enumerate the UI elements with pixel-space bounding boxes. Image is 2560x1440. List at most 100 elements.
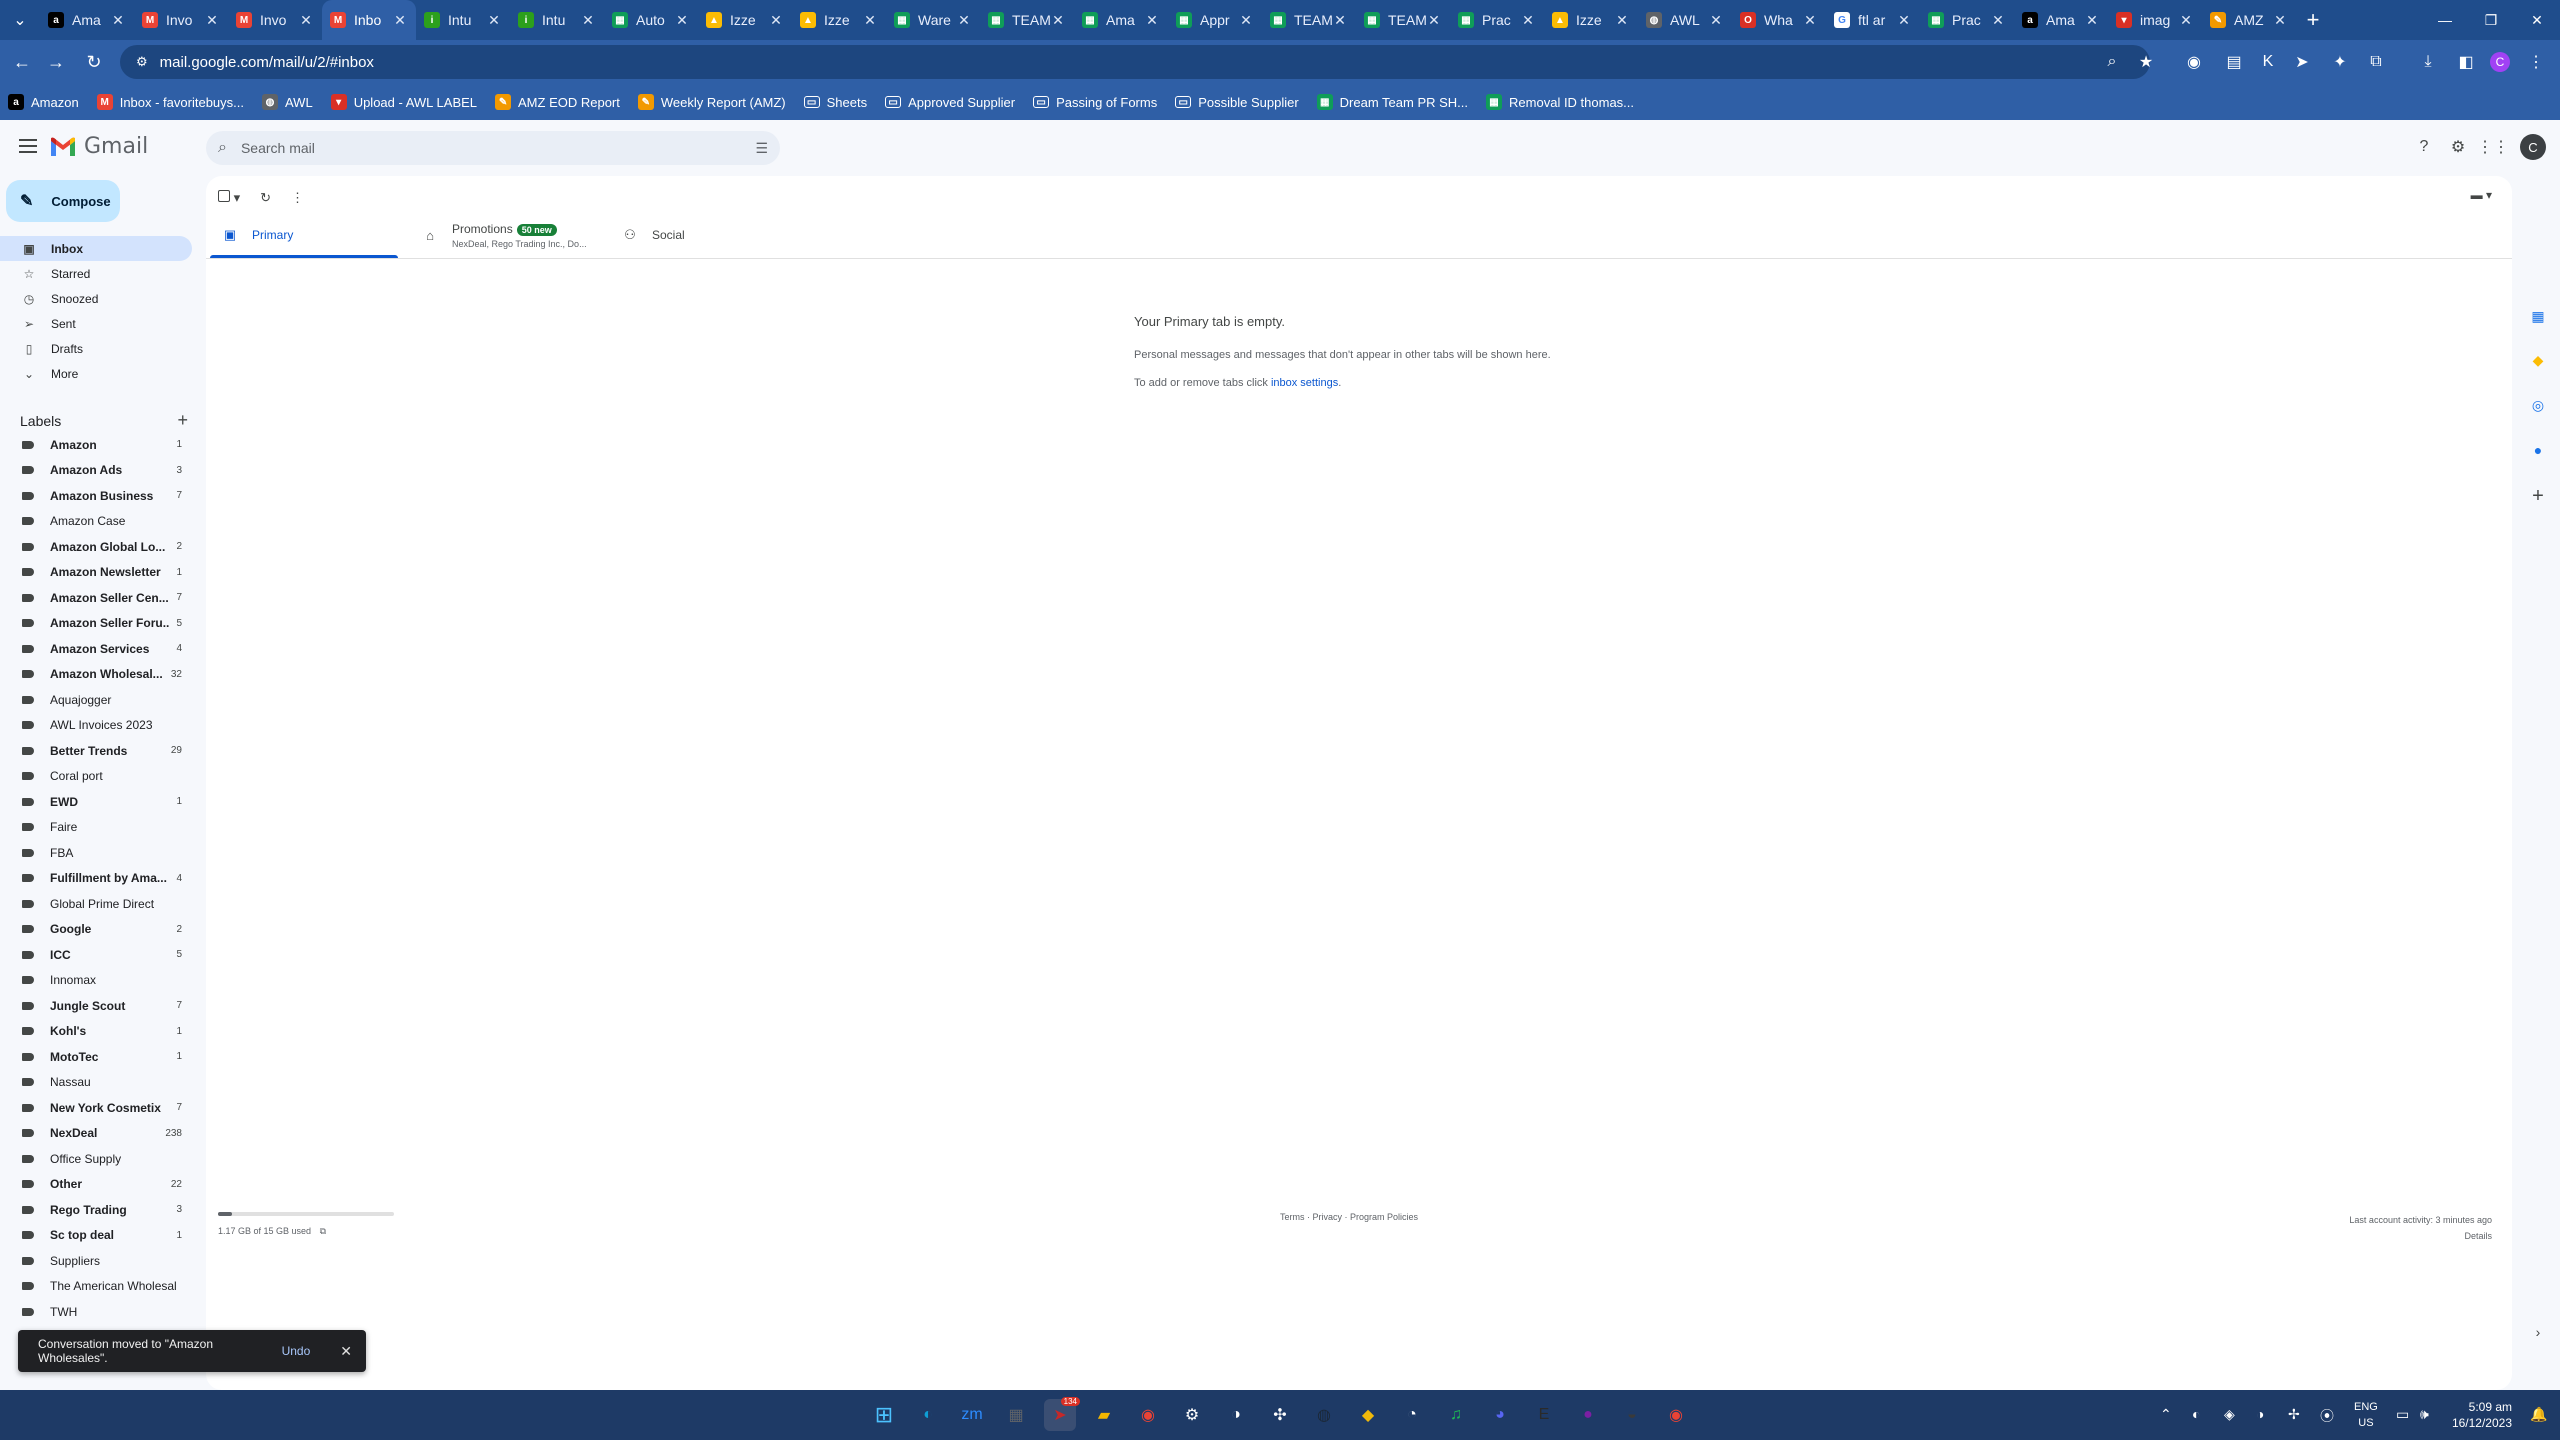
label-item[interactable]: Amazon Seller Foru... 5 — [0, 611, 200, 637]
label-item[interactable]: NexDeal 238 — [0, 1121, 200, 1147]
zoom-icon[interactable]: ⌕ — [2100, 50, 2124, 74]
close-tab-icon[interactable]: ✕ — [110, 12, 126, 29]
label-item[interactable]: Aquajogger — [0, 687, 200, 713]
label-item[interactable]: Suppliers — [0, 1248, 200, 1274]
windows-start-icon[interactable]: ⊞ — [868, 1399, 900, 1431]
label-item[interactable]: Other 22 — [0, 1172, 200, 1198]
browser-tab[interactable]: ▾ imag ✕ — [2108, 0, 2202, 40]
bookmark-item[interactable]: ✎ Weekly Report (AMZ) — [637, 94, 786, 110]
bookmark-item[interactable]: ▦ Dream Team PR SH... — [1316, 94, 1468, 110]
support-icon[interactable]: ? — [2413, 136, 2435, 158]
nav-item-inbox[interactable]: ▣ Inbox — [0, 236, 192, 261]
close-tab-icon[interactable]: ✕ — [674, 12, 690, 29]
browser-tab[interactable]: O Wha ✕ — [1732, 0, 1826, 40]
search-options-icon[interactable]: ☰ — [755, 140, 768, 157]
bookmark-item[interactable]: ▾ Upload - AWL LABEL — [330, 94, 477, 110]
label-item[interactable]: Coral port — [0, 764, 200, 790]
bookmark-item[interactable]: ▭ Possible Supplier — [1175, 95, 1299, 110]
label-item[interactable]: Office Supply — [0, 1146, 200, 1172]
edge-icon[interactable]: ◐ — [912, 1399, 944, 1431]
tray-network-icon[interactable]: ✢ — [2288, 1406, 2300, 1423]
close-tab-icon[interactable]: ✕ — [1708, 12, 1724, 29]
label-item[interactable]: Amazon Business 7 — [0, 483, 200, 509]
label-item[interactable]: Amazon Ads 3 — [0, 458, 200, 484]
bookmark-item[interactable]: ◍ AWL — [261, 94, 313, 110]
main-menu-icon[interactable] — [16, 134, 40, 158]
label-item[interactable]: Amazon Case — [0, 509, 200, 535]
browser-tab[interactable]: M Inbo ✕ — [322, 0, 416, 40]
close-tab-icon[interactable]: ✕ — [1520, 12, 1536, 29]
browser-tab[interactable]: ▦ TEAM ✕ — [1356, 0, 1450, 40]
compose-button[interactable]: ✎ Compose — [6, 180, 120, 222]
browser-tab[interactable]: M Invo ✕ — [228, 0, 322, 40]
tab-promotions[interactable]: ⌂ Promotions 50 new NexDeal, Rego Trading I… — [410, 212, 610, 258]
close-tab-icon[interactable]: ✕ — [2272, 12, 2288, 29]
nav-item-drafts[interactable]: ▯ Drafts — [0, 336, 192, 361]
close-window-icon[interactable]: ✕ — [2514, 0, 2560, 40]
chrome-icon[interactable]: ◉ — [1132, 1399, 1164, 1431]
bookmark-item[interactable]: ▭ Approved Supplier — [885, 95, 1015, 110]
tasks-icon[interactable]: ◎ — [2528, 395, 2548, 415]
extensions-puzzle-icon[interactable]: ⧉ — [2364, 50, 2388, 74]
open-storage-icon[interactable]: ⧉ — [320, 1226, 326, 1236]
bookmark-item[interactable]: M Inbox - favoritebuys... — [96, 94, 244, 110]
bookmark-item[interactable]: a Amazon — [8, 94, 79, 110]
label-item[interactable]: Jungle Scout 7 — [0, 993, 200, 1019]
browser-tab[interactable]: ▲ Izze ✕ — [698, 0, 792, 40]
close-tab-icon[interactable]: ✕ — [956, 12, 972, 29]
browser-tab[interactable]: ▦ TEAM ✕ — [1262, 0, 1356, 40]
get-addons-icon[interactable]: + — [2528, 485, 2548, 507]
browser-tab[interactable]: ✎ AMZ ✕ — [2202, 0, 2296, 40]
label-item[interactable]: Amazon Wholesal... 32 — [0, 662, 200, 688]
label-item[interactable]: FBA — [0, 840, 200, 866]
downloads-icon[interactable]: ⤓ — [2416, 50, 2440, 74]
tab-search-icon[interactable]: ⌄ — [0, 0, 40, 40]
label-item[interactable]: TWH — [0, 1299, 200, 1325]
label-item[interactable]: AWL Invoices 2023 — [0, 713, 200, 739]
undo-button[interactable]: Undo — [282, 1344, 311, 1358]
select-all-checkbox[interactable]: ▾ — [218, 190, 240, 206]
side-panel-icon[interactable]: ◧ — [2454, 50, 2478, 74]
close-tab-icon[interactable]: ✕ — [862, 12, 878, 29]
label-item[interactable]: The American Wholesal... — [0, 1274, 200, 1300]
discord-icon[interactable]: ◕ — [1484, 1399, 1516, 1431]
app-icon[interactable]: ✣ — [1264, 1399, 1296, 1431]
show-hidden-icons-icon[interactable]: ⌃ — [2160, 1406, 2172, 1423]
close-tab-icon[interactable]: ✕ — [1990, 12, 2006, 29]
browser-tab[interactable]: ▦ TEAM ✕ — [980, 0, 1074, 40]
reload-icon[interactable]: ↻ — [78, 46, 110, 78]
browser-tab[interactable]: ▦ Ware ✕ — [886, 0, 980, 40]
notification-bell-icon[interactable]: 🔔 — [2530, 1406, 2547, 1423]
system-clock[interactable]: 5:09 am 16/12/2023 — [2440, 1399, 2512, 1431]
browser-tab[interactable]: M Invo ✕ — [134, 0, 228, 40]
profile-avatar[interactable]: C — [2490, 52, 2510, 72]
hide-side-panel-icon[interactable]: › — [2528, 1322, 2548, 1342]
nav-item-starred[interactable]: ☆ Starred — [0, 261, 192, 286]
input-language[interactable]: ENG US — [2354, 1399, 2378, 1431]
label-item[interactable]: ICC 5 — [0, 942, 200, 968]
extension-arrow-icon[interactable]: ➤ — [2290, 50, 2314, 74]
browser-tab[interactable]: ▦ Ama ✕ — [1074, 0, 1168, 40]
browser-tab[interactable]: a Ama ✕ — [40, 0, 134, 40]
browser-tab[interactable]: a Ama ✕ — [2014, 0, 2108, 40]
extension-off-icon[interactable]: ▤ — [2222, 50, 2246, 74]
app-icon[interactable]: ◒ — [1616, 1399, 1648, 1431]
bookmark-star-icon[interactable]: ★ — [2134, 50, 2158, 74]
display-icon[interactable]: ▭ — [2396, 1406, 2409, 1423]
new-tab-button[interactable]: + — [2296, 0, 2330, 40]
close-tab-icon[interactable]: ✕ — [2178, 12, 2194, 29]
chrome-profile-icon[interactable]: ● — [1572, 1399, 1604, 1431]
nav-item-snoozed[interactable]: ◷ Snoozed — [0, 286, 192, 311]
search-icon[interactable]: ⌕ — [218, 139, 227, 157]
address-bar[interactable]: ⚙ mail.google.com/mail/u/2/#inbox — [120, 45, 2150, 79]
create-label-icon[interactable]: + — [177, 410, 188, 431]
browser-tab[interactable]: ▲ Izze ✕ — [792, 0, 886, 40]
nav-item-sent[interactable]: ➢ Sent — [0, 311, 192, 336]
chrome-icon[interactable]: ◉ — [1660, 1399, 1692, 1431]
app-icon[interactable]: ◔ — [1396, 1399, 1428, 1431]
close-tab-icon[interactable]: ✕ — [1426, 12, 1442, 29]
tray-steam-icon[interactable]: ◈ — [2224, 1406, 2235, 1423]
extension-diamond-icon[interactable]: ✦ — [2328, 50, 2352, 74]
bookmark-item[interactable]: ▭ Sheets — [803, 95, 867, 110]
label-item[interactable]: Rego Trading 3 — [0, 1197, 200, 1223]
